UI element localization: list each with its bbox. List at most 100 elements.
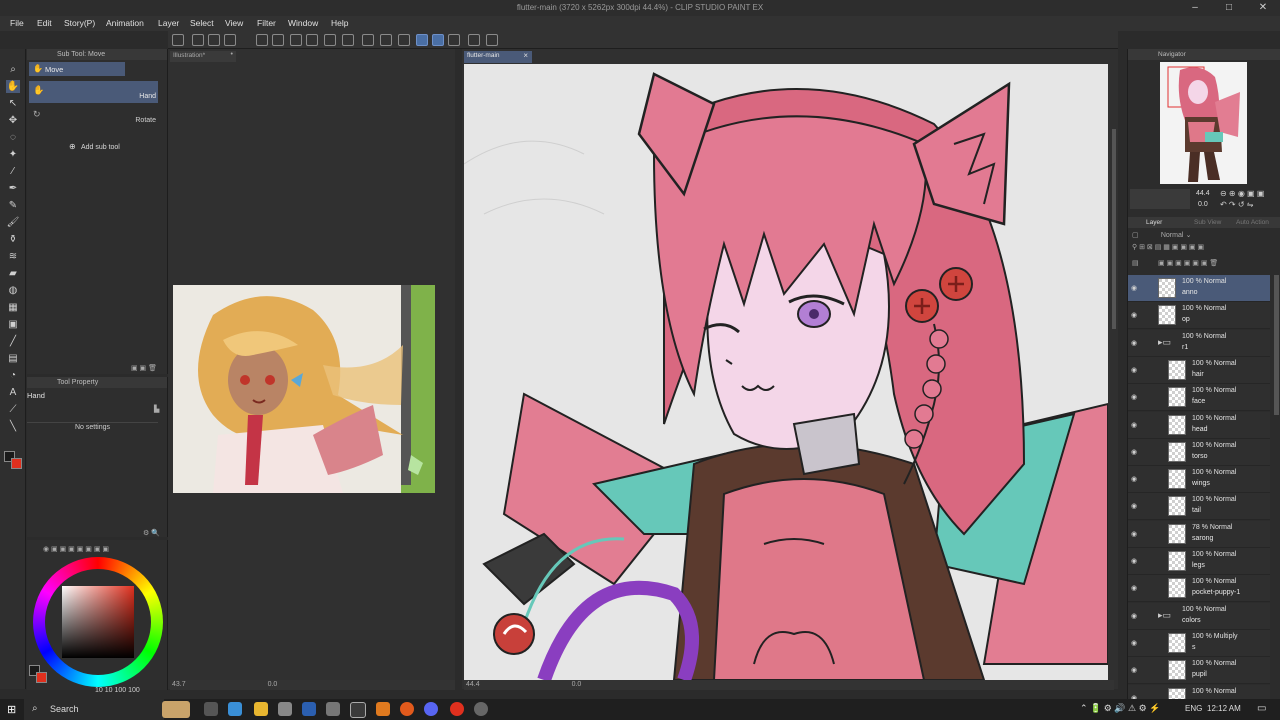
frame-border-tool-icon[interactable]: ▤ [6, 352, 20, 365]
save-icon[interactable] [224, 34, 236, 46]
open-file-icon[interactable] [208, 34, 220, 46]
menu-animation[interactable]: Animation [106, 18, 144, 28]
move-layer-tool-icon[interactable]: ✥ [6, 114, 20, 127]
brush-tool-icon[interactable]: 🖌 [6, 216, 20, 229]
snap-to-grid-icon[interactable] [448, 34, 460, 46]
obs-icon[interactable] [474, 702, 488, 716]
layer-row[interactable]: ◉100 % Normaleyes [1128, 684, 1270, 699]
layer-property-icon[interactable]: ▢ [1132, 232, 1139, 239]
notification-icon[interactable]: ▭ [1257, 703, 1266, 714]
drawing-canvas[interactable] [464, 64, 1108, 680]
show-selection-icon[interactable] [398, 34, 410, 46]
subtool-group-move[interactable]: ✋ Move [29, 62, 125, 76]
eye-icon[interactable]: ◉ [1131, 639, 1137, 647]
navigator-zoom-buttons[interactable]: ⊖ ⊕ ◉ ▣ ▣ [1220, 189, 1264, 198]
mobile-icon[interactable] [468, 34, 480, 46]
gradient-tool-icon[interactable]: ▣ [6, 318, 20, 331]
operation-tool-icon[interactable]: ↖ [6, 97, 20, 110]
color-panel-tabs[interactable]: ◉ ▣ ▣ ▣ ▣ ▣ ▣ ▣ [43, 545, 109, 553]
windows-start-icon[interactable]: ⊞ [7, 703, 16, 716]
add-subtool-button[interactable]: ⊕ Add sub tool [69, 142, 149, 152]
fill-tool-icon[interactable]: ▦ [6, 301, 20, 314]
fill-icon[interactable] [306, 34, 318, 46]
eye-icon[interactable]: ◉ [1131, 421, 1137, 429]
clock[interactable]: 12:12 AM [1207, 704, 1241, 713]
menu-layer[interactable]: Layer [158, 18, 179, 28]
blend-tool-icon[interactable]: ◍ [6, 284, 20, 297]
menu-story[interactable]: Story(P) [64, 18, 95, 28]
new-file-icon[interactable] [192, 34, 204, 46]
text-tool-icon[interactable]: A [6, 386, 20, 399]
app-icon-1[interactable] [278, 702, 292, 716]
app-icon-2[interactable] [302, 702, 316, 716]
clear-icon[interactable] [290, 34, 302, 46]
navigator-angle[interactable]: 0.0 [1198, 201, 1208, 208]
blend-mode-select[interactable]: Normal [1161, 232, 1184, 239]
tool-property-footer-icons[interactable]: ⚙ 🔍 [143, 529, 160, 537]
maximize-button[interactable]: □ [1212, 0, 1246, 16]
layer-scrollbar[interactable] [1274, 275, 1279, 415]
layer-row[interactable]: ◉ 100 % Normal head [1128, 411, 1270, 439]
undo-icon[interactable] [256, 34, 268, 46]
correct-line-tool-icon[interactable]: ╲ [6, 420, 20, 433]
tab-sub-view[interactable]: Sub View [1194, 219, 1221, 226]
layer-toolbar-1[interactable]: ⚲ ⊞ ⊠ ▤ ▦ ▣ ▣ ▣ ▣ [1132, 243, 1277, 253]
eye-icon[interactable]: ◉ [1131, 666, 1137, 674]
menu-filter[interactable]: Filter [257, 18, 276, 28]
crop-icon[interactable] [362, 34, 374, 46]
layer-row[interactable]: ◉ 100 % Normal pocket-puppy-1 [1128, 575, 1270, 603]
layer-row[interactable]: ◉ 100 % Normal pupil [1128, 657, 1270, 685]
explorer-icon[interactable] [254, 702, 268, 716]
menu-select[interactable]: Select [190, 18, 214, 28]
eye-icon[interactable]: ◉ [1131, 284, 1137, 292]
tab-close-icon[interactable]: • [231, 51, 233, 58]
lasso-tool-icon[interactable]: ◌ [6, 131, 20, 144]
app-icon-3[interactable] [326, 702, 340, 716]
pencil-tool-icon[interactable]: ✎ [6, 199, 20, 212]
transform-icon[interactable] [324, 34, 336, 46]
minimize-button[interactable]: – [1178, 0, 1212, 16]
eye-icon[interactable]: ◉ [1131, 557, 1137, 565]
subtool-item-hand[interactable]: ✋ Hand [29, 81, 158, 103]
hue-ring[interactable] [33, 557, 163, 687]
system-tray-icons[interactable]: ⌃ 🔋 ⚙ 🔊 ⚠ ⚙ ⚡ [1080, 703, 1160, 714]
eye-icon[interactable]: ◉ [1131, 393, 1137, 401]
menu-file[interactable]: File [10, 18, 24, 28]
layer-row[interactable]: ◉ ▸▭ 100 % Normal r1 [1128, 329, 1270, 357]
clip-studio-icon[interactable] [172, 34, 184, 46]
eyedropper-tool-icon[interactable]: ⁄ [6, 165, 20, 178]
clip-studio-taskbar-icon[interactable] [350, 702, 366, 718]
deselect-icon[interactable] [342, 34, 354, 46]
invert-selection-icon[interactable] [380, 34, 392, 46]
firefox-icon[interactable] [400, 702, 414, 716]
tab-illustration[interactable]: Illustration* • [170, 51, 236, 62]
zoom-tool-icon[interactable]: ⌕ [6, 63, 20, 76]
hand-tool-icon[interactable]: ✋ [6, 80, 20, 93]
eye-icon[interactable]: ◉ [1131, 530, 1137, 538]
ruler-tool-icon[interactable]: ⟋ [6, 403, 20, 416]
folder-icon[interactable]: ▸▭ [1158, 610, 1171, 621]
tab-close-icon[interactable]: × [523, 51, 528, 60]
lock-icon[interactable]: ▙ [154, 405, 159, 413]
taskbar-search[interactable]: ⌕ Search [24, 699, 164, 720]
edge-icon[interactable] [228, 702, 242, 716]
menu-edit[interactable]: Edit [37, 18, 52, 28]
subtool-item-rotate[interactable]: ↻ Rotate [29, 105, 158, 127]
task-view-icon[interactable] [204, 702, 218, 716]
airbrush-tool-icon[interactable]: ⚱ [6, 233, 20, 246]
vertical-scrollbar[interactable] [1112, 129, 1116, 329]
chevron-down-icon[interactable]: ⌄ [1186, 232, 1192, 239]
layer-row[interactable]: ◉ 100 % Normal face [1128, 384, 1270, 412]
snap-to-ruler-icon[interactable] [416, 34, 428, 46]
main-zoom-value[interactable]: 44.4 [466, 681, 480, 688]
layer-toolbar-2[interactable]: ▤ ▣ ▣ ▣ ▣ ▣ ▣ 🗑 [1132, 259, 1277, 269]
news-widget-icon[interactable] [162, 701, 190, 718]
language-indicator[interactable]: ENG [1185, 704, 1202, 713]
figure-tool-icon[interactable]: ╱ [6, 335, 20, 348]
left-angle-value[interactable]: 0.0 [268, 681, 278, 688]
snap-to-special-ruler-icon[interactable] [432, 34, 444, 46]
menu-window[interactable]: Window [288, 18, 318, 28]
layer-row[interactable]: ◉ 100 % Normal legs [1128, 548, 1270, 575]
sub-color-swatch[interactable] [11, 458, 22, 469]
layer-row[interactable]: ◉ 78 % Normal sarong [1128, 520, 1270, 548]
